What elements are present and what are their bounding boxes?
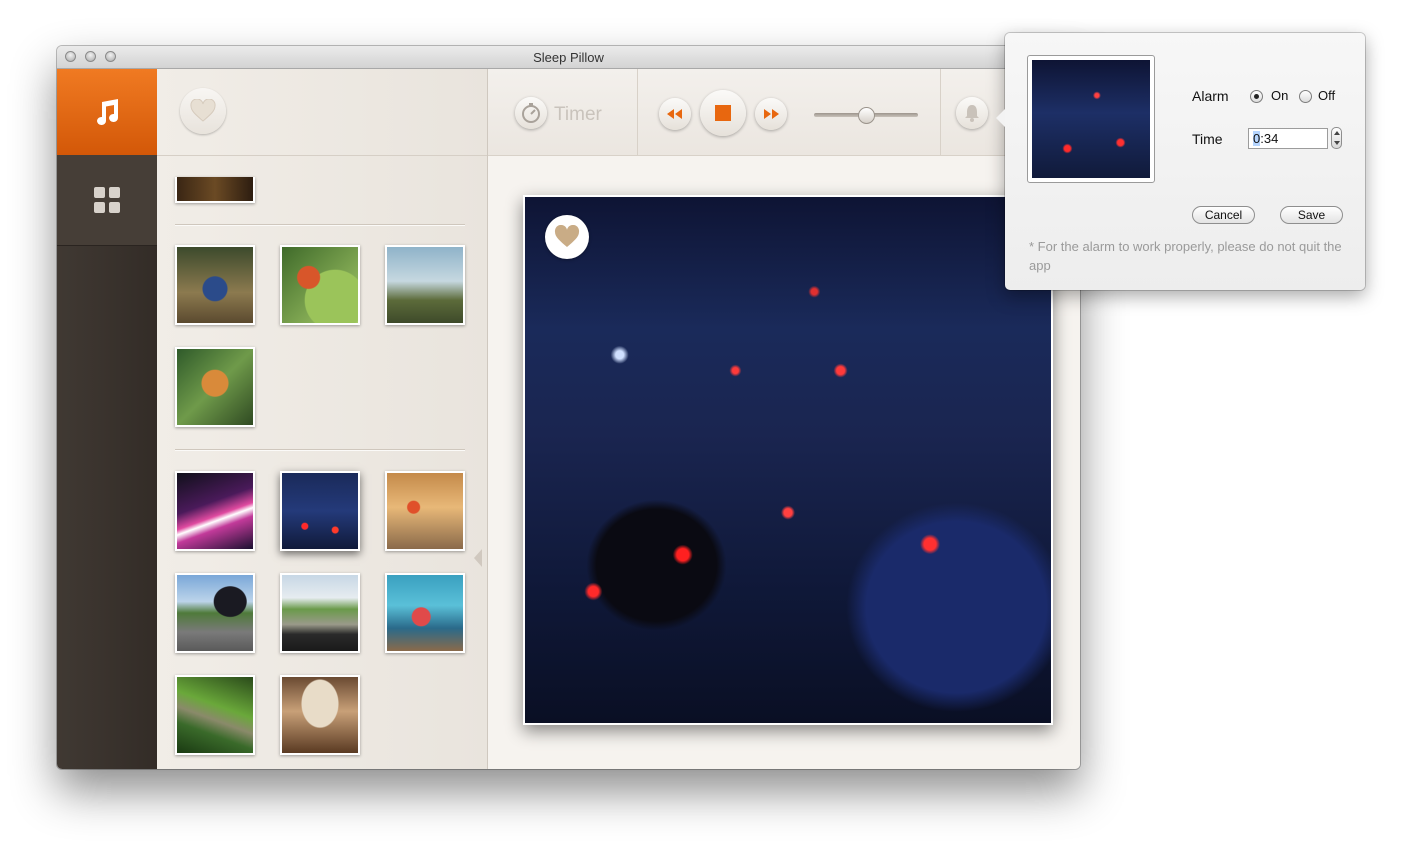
- music-note-icon: [97, 99, 118, 125]
- thumb-car-mirror-on-road[interactable]: [175, 573, 255, 653]
- thumb-lapwings-on-shore[interactable]: [385, 245, 465, 325]
- thumb-train-in-jungle[interactable]: [175, 675, 255, 755]
- thumb-boat-passenger-on-lake[interactable]: [385, 573, 465, 653]
- volume-slider-knob[interactable]: [857, 107, 875, 124]
- timer-button[interactable]: [515, 97, 547, 129]
- fast-forward-button[interactable]: [755, 98, 787, 130]
- title-bar: Sleep Pillow: [57, 46, 1080, 69]
- window-title: Sleep Pillow: [533, 50, 604, 65]
- collapse-arrow[interactable]: [474, 549, 482, 567]
- stop-button[interactable]: [700, 90, 746, 136]
- save-button[interactable]: Save: [1280, 206, 1343, 224]
- alarm-on-label[interactable]: On: [1271, 88, 1288, 103]
- thumb-country-road-from-car[interactable]: [280, 573, 360, 653]
- time-label: Time: [1192, 131, 1223, 147]
- alarm-on-radio[interactable]: [1250, 90, 1263, 103]
- time-field[interactable]: 0:34: [1248, 128, 1328, 149]
- thumb-robin-on-leaf[interactable]: [280, 245, 360, 325]
- alarm-label: Alarm: [1192, 88, 1229, 104]
- group-divider: [175, 224, 465, 226]
- alarm-off-radio[interactable]: [1299, 90, 1312, 103]
- rewind-button[interactable]: [659, 98, 691, 130]
- alarm-off-label[interactable]: Off: [1318, 88, 1335, 103]
- alarm-button[interactable]: [956, 97, 988, 129]
- popover-arrow: [996, 109, 1005, 127]
- app-window: Sleep Pillow Timer: [57, 46, 1080, 769]
- grid-icon: [94, 187, 120, 213]
- thumb-partial-dark-landscape[interactable]: [175, 177, 255, 203]
- toolbar-separator: [940, 69, 941, 155]
- cancel-button[interactable]: Cancel: [1192, 206, 1255, 224]
- alarm-scene-thumbnail: [1027, 55, 1155, 183]
- time-stepper[interactable]: [1331, 127, 1342, 149]
- bell-icon: [965, 105, 979, 122]
- toolbar-separator: [637, 69, 638, 155]
- thumb-blue-bird-on-rock[interactable]: [175, 245, 255, 325]
- sidebar-item-gallery[interactable]: [57, 155, 157, 246]
- heart-icon: [190, 99, 216, 122]
- current-scene-image: [523, 195, 1053, 725]
- stop-icon: [715, 105, 731, 121]
- thumb-scooters-in-street[interactable]: [385, 471, 465, 551]
- stopwatch-icon: [522, 103, 540, 123]
- favorite-scene-button[interactable]: [545, 215, 589, 259]
- heart-icon: [554, 225, 580, 247]
- alarm-note: * For the alarm to work properly, please…: [1029, 239, 1342, 273]
- rewind-icon: [667, 109, 682, 119]
- thumb-night-traffic[interactable]: [280, 471, 360, 551]
- thumb-robin-on-branch[interactable]: [175, 347, 255, 427]
- player-toolbar: Timer: [488, 69, 1080, 156]
- gallery-panel: [157, 69, 488, 769]
- fast-forward-icon: [764, 109, 779, 119]
- player-pane: Timer: [488, 69, 1080, 769]
- timer-label[interactable]: Timer: [554, 104, 602, 126]
- thumb-airplane-cabin[interactable]: [280, 675, 360, 755]
- sidebar-item-sounds[interactable]: [57, 69, 164, 155]
- group-divider: [175, 449, 465, 451]
- gallery-header: [157, 69, 487, 156]
- thumb-city-light-trails[interactable]: [175, 471, 255, 551]
- alarm-popover: Alarm On Off Time 0:34 Cancel Save * For…: [996, 33, 1365, 290]
- favorites-button[interactable]: [180, 88, 226, 134]
- sidebar: [57, 69, 164, 769]
- time-minutes: :34: [1260, 131, 1279, 146]
